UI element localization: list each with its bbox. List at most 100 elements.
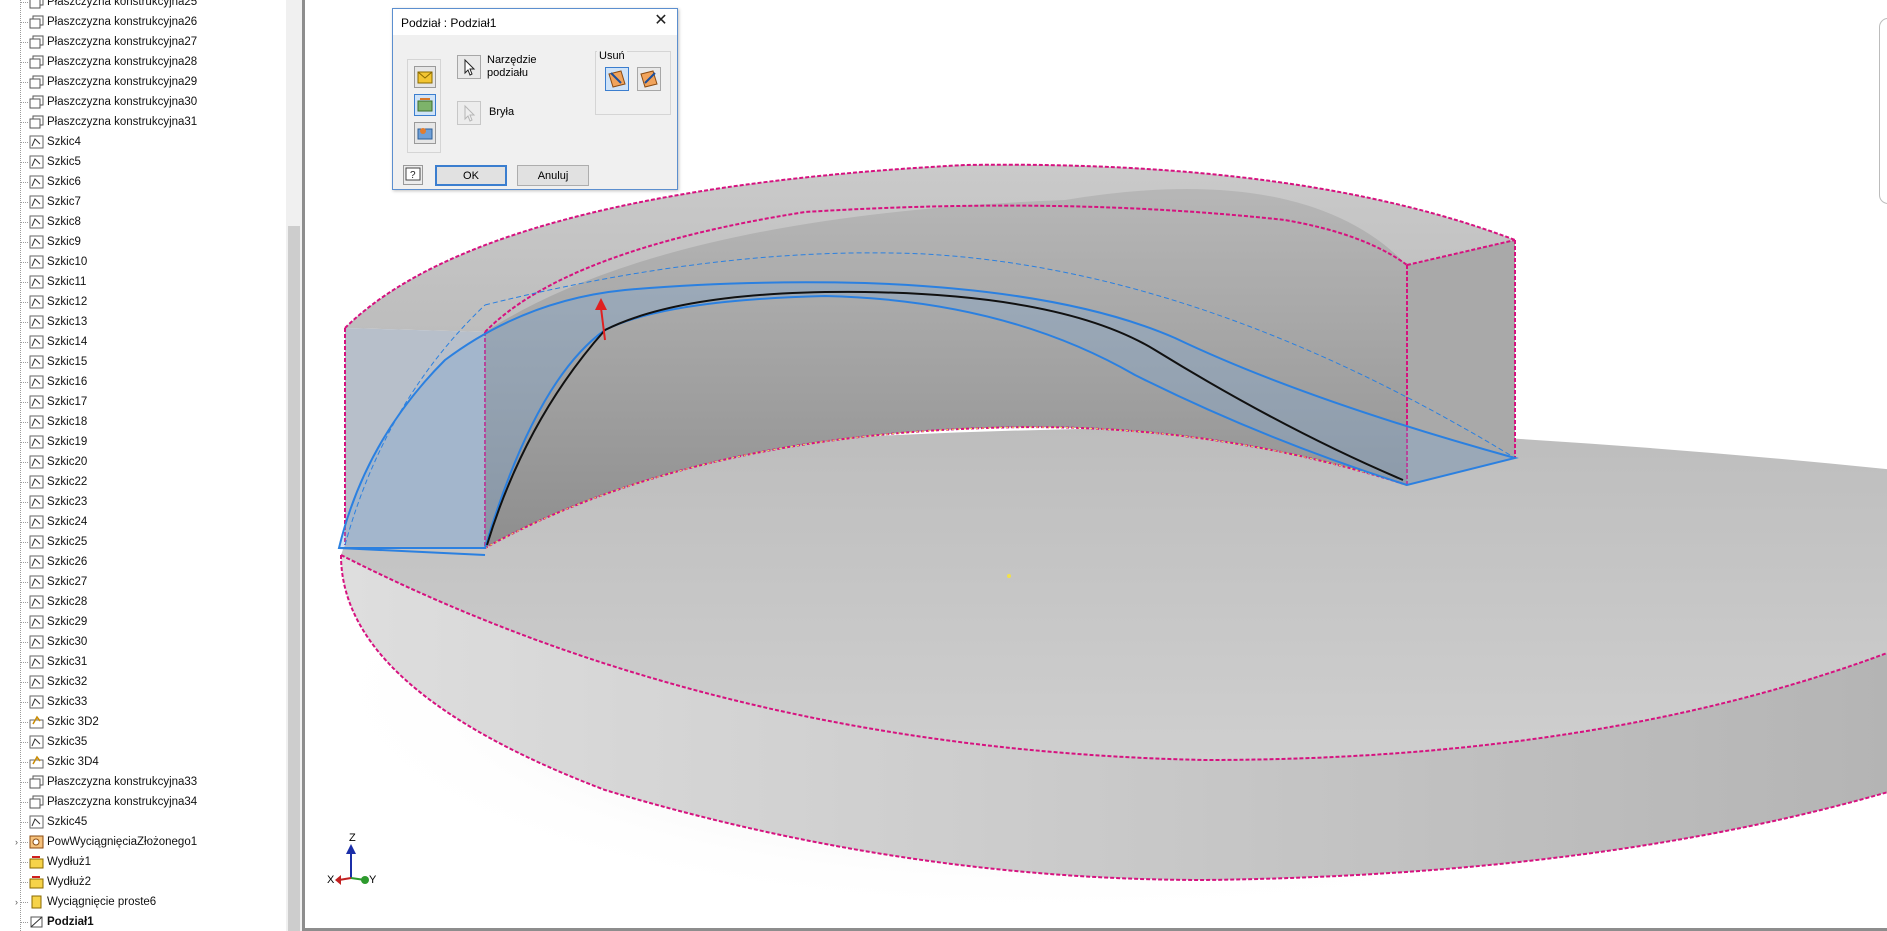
tree-guide-segment bbox=[20, 82, 28, 83]
browser-item[interactable]: Szkic45 bbox=[0, 812, 286, 832]
browser-item[interactable]: Szkic18 bbox=[0, 412, 286, 432]
browser-scrollbar-thumb[interactable] bbox=[288, 226, 300, 931]
close-icon[interactable]: ✕ bbox=[653, 13, 669, 29]
split-face-button[interactable] bbox=[414, 94, 436, 116]
tree-guide-segment bbox=[20, 822, 28, 823]
browser-item-label: Szkic8 bbox=[47, 216, 81, 228]
browser-item[interactable]: Szkic11 bbox=[0, 272, 286, 292]
browser-item[interactable]: › Wyciągnięcie proste6 bbox=[0, 892, 286, 912]
browser-item[interactable]: Szkic24 bbox=[0, 512, 286, 532]
browser-item[interactable]: Szkic 3D4 bbox=[0, 752, 286, 772]
browser-item[interactable]: Szkic26 bbox=[0, 552, 286, 572]
browser-item[interactable]: Szkic6 bbox=[0, 172, 286, 192]
browser-item[interactable]: Płaszczyzna konstrukcyjna29 bbox=[0, 72, 286, 92]
browser-item-label: Wydłuż2 bbox=[47, 876, 91, 888]
split-part-button[interactable] bbox=[414, 66, 436, 88]
remove-side-2-button[interactable] bbox=[637, 67, 661, 91]
browser-item[interactable]: Szkic12 bbox=[0, 292, 286, 312]
browser-item[interactable]: Szkic33 bbox=[0, 692, 286, 712]
browser-item[interactable]: Szkic16 bbox=[0, 372, 286, 392]
browser-item[interactable]: Szkic19 bbox=[0, 432, 286, 452]
tree-guide-segment bbox=[20, 682, 28, 683]
browser-item[interactable]: Szkic5 bbox=[0, 152, 286, 172]
tree-guide-segment bbox=[20, 782, 28, 783]
tree-guide-segment bbox=[20, 122, 28, 123]
sketch-icon bbox=[29, 435, 44, 449]
browser-item[interactable]: Szkic25 bbox=[0, 532, 286, 552]
tree-guide-segment bbox=[20, 902, 28, 903]
browser-item[interactable]: Szkic 3D2 bbox=[0, 712, 286, 732]
browser-item[interactable]: Płaszczyzna konstrukcyjna27 bbox=[0, 32, 286, 52]
browser-item[interactable]: Płaszczyzna konstrukcyjna30 bbox=[0, 92, 286, 112]
browser-item[interactable]: Wydłuż1 bbox=[0, 852, 286, 872]
tree-guide-segment bbox=[20, 102, 28, 103]
browser-item[interactable]: Wydłuż2 bbox=[0, 872, 286, 892]
browser-item-label: Szkic17 bbox=[47, 396, 88, 408]
browser-item-label: Szkic13 bbox=[47, 316, 88, 328]
browser-item-label: Szkic15 bbox=[47, 356, 88, 368]
tree-guide-segment bbox=[20, 162, 28, 163]
expand-chevron-icon[interactable]: › bbox=[15, 832, 18, 852]
axis-x-label: X bbox=[327, 874, 335, 886]
browser-item[interactable]: Płaszczyzna konstrukcyjna26 bbox=[0, 12, 286, 32]
expand-chevron-icon[interactable]: › bbox=[15, 892, 18, 912]
browser-item[interactable]: Szkic9 bbox=[0, 232, 286, 252]
browser-item[interactable]: Płaszczyzna konstrukcyjna34 bbox=[0, 792, 286, 812]
browser-item[interactable]: Szkic23 bbox=[0, 492, 286, 512]
sketch-icon bbox=[29, 415, 44, 429]
sketch-icon bbox=[29, 595, 44, 609]
body-select-button[interactable] bbox=[457, 101, 481, 125]
browser-item[interactable]: Szkic7 bbox=[0, 192, 286, 212]
browser-item[interactable]: Szkic35 bbox=[0, 732, 286, 752]
tree-guide-segment bbox=[20, 402, 28, 403]
tree-guide-segment bbox=[20, 762, 28, 763]
browser-scrollbar[interactable] bbox=[286, 0, 302, 931]
tree-guide-segment bbox=[20, 622, 28, 623]
browser-item[interactable]: Szkic30 bbox=[0, 632, 286, 652]
browser-item-label: Szkic25 bbox=[47, 536, 88, 548]
browser-item[interactable]: Szkic10 bbox=[0, 252, 286, 272]
tree-guide-segment bbox=[20, 442, 28, 443]
browser-item[interactable]: Płaszczyzna konstrukcyjna25 bbox=[0, 0, 286, 12]
cancel-button[interactable]: Anuluj bbox=[517, 165, 589, 186]
axis-y-label: Y bbox=[369, 874, 377, 886]
browser-item[interactable]: Szkic27 bbox=[0, 572, 286, 592]
sketch-icon bbox=[29, 815, 44, 829]
tree-guide-segment bbox=[20, 862, 28, 863]
extend-icon bbox=[29, 875, 44, 889]
split-tool-select-button[interactable] bbox=[457, 55, 481, 79]
navigation-bar[interactable] bbox=[1879, 18, 1887, 204]
trim-solid-button[interactable] bbox=[414, 122, 436, 144]
browser-item-label: Szkic28 bbox=[47, 596, 88, 608]
sketch-3d-icon bbox=[29, 755, 44, 769]
sketch-icon bbox=[29, 675, 44, 689]
browser-item[interactable]: Szkic29 bbox=[0, 612, 286, 632]
tree-guide-segment bbox=[20, 462, 28, 463]
browser-item[interactable]: Szkic8 bbox=[0, 212, 286, 232]
tree-guide-segment bbox=[20, 922, 28, 923]
browser-item-label: Szkic26 bbox=[47, 556, 88, 568]
browser-item[interactable]: › PowWyciągnięciaZłożonego1 bbox=[0, 832, 286, 852]
browser-item[interactable]: Szkic22 bbox=[0, 472, 286, 492]
browser-item[interactable]: Płaszczyzna konstrukcyjna28 bbox=[0, 52, 286, 72]
remove-side-1-button[interactable] bbox=[605, 67, 629, 91]
browser-item[interactable]: Szkic15 bbox=[0, 352, 286, 372]
browser-item[interactable]: Szkic32 bbox=[0, 672, 286, 692]
ok-button[interactable]: OK bbox=[435, 165, 507, 186]
browser-item-label: Płaszczyzna konstrukcyjna28 bbox=[47, 56, 198, 68]
help-button[interactable]: ? bbox=[403, 165, 423, 185]
tree-guide-segment bbox=[20, 502, 28, 503]
browser-item[interactable]: Szkic17 bbox=[0, 392, 286, 412]
sketch-icon bbox=[29, 135, 44, 149]
browser-item[interactable]: Podział1 bbox=[0, 912, 286, 931]
browser-item[interactable]: Szkic20 bbox=[0, 452, 286, 472]
browser-item[interactable]: Szkic28 bbox=[0, 592, 286, 612]
split-part-icon bbox=[417, 71, 433, 84]
browser-item[interactable]: Płaszczyzna konstrukcyjna33 bbox=[0, 772, 286, 792]
browser-item[interactable]: Płaszczyzna konstrukcyjna31 bbox=[0, 112, 286, 132]
browser-item[interactable]: Szkic13 bbox=[0, 312, 286, 332]
browser-item[interactable]: Szkic14 bbox=[0, 332, 286, 352]
browser-item[interactable]: Szkic31 bbox=[0, 652, 286, 672]
browser-item[interactable]: Szkic4 bbox=[0, 132, 286, 152]
split-tool-label-line2: podziału bbox=[487, 67, 528, 79]
